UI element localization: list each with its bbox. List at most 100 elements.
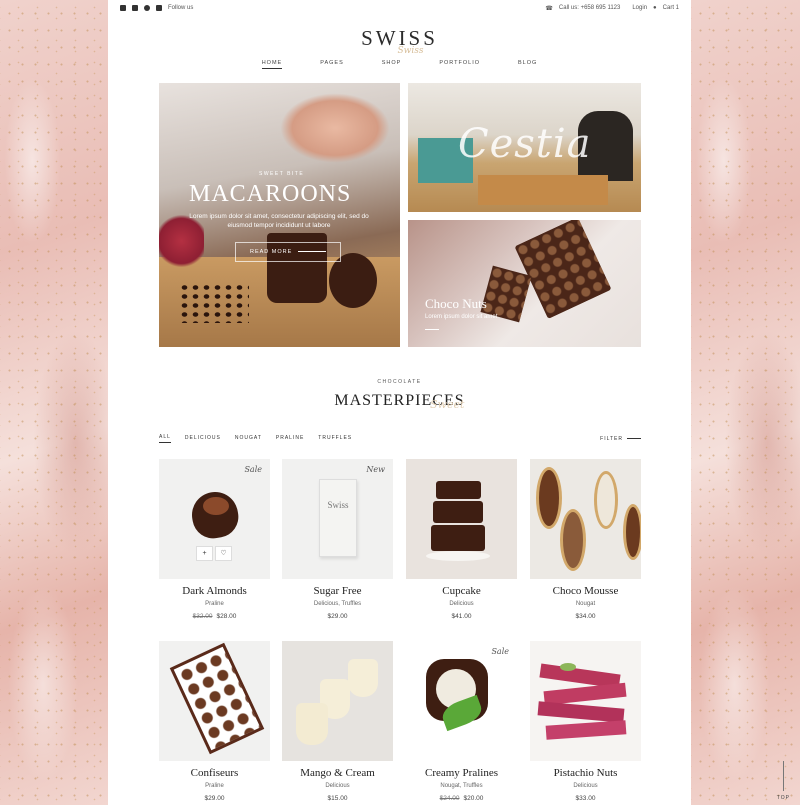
login-link[interactable]: Login — [632, 5, 647, 11]
hero-section: SWEET BITE MACAROONS Lorem ipsum dolor s… — [159, 83, 641, 347]
nav-shop[interactable]: SHOP — [382, 60, 402, 69]
filter-praline[interactable]: PRALINE — [276, 435, 304, 443]
kitchen-table-image — [478, 175, 608, 205]
read-more-button[interactable]: READ MORE — [235, 242, 342, 262]
confiseurs-box — [169, 642, 265, 755]
pistachio-bar — [537, 701, 625, 723]
product-name[interactable]: Cupcake — [406, 585, 517, 597]
product-category[interactable]: Praline — [159, 783, 270, 789]
product-image[interactable]: Sale + ♡ — [159, 459, 270, 579]
package-logo: Swiss — [327, 500, 349, 510]
hero-main-banner[interactable]: SWEET BITE MACAROONS Lorem ipsum dolor s… — [159, 83, 400, 347]
product-category[interactable]: Delicious — [406, 601, 517, 607]
product-image[interactable] — [530, 641, 641, 761]
current-price: $15.00 — [327, 795, 348, 802]
product-price: $15.00 — [282, 795, 393, 802]
current-price: $34.00 — [575, 613, 596, 620]
filter-delicious[interactable]: DELICIOUS — [185, 435, 221, 443]
nav-pages[interactable]: PAGES — [320, 60, 344, 69]
product-image[interactable]: New Swiss — [282, 459, 393, 579]
product-name[interactable]: Pistachio Nuts — [530, 767, 641, 779]
wishlist-heart-icon[interactable]: ♡ — [215, 546, 232, 561]
sale-badge: Sale — [491, 647, 509, 656]
new-badge: New — [366, 465, 385, 474]
hand-image — [280, 93, 390, 163]
user-icon: ● — [653, 5, 657, 11]
current-price: $20.00 — [463, 795, 484, 802]
twitter-icon[interactable] — [132, 5, 138, 11]
product-image[interactable]: Sale — [406, 641, 517, 761]
product-name[interactable]: Mango & Cream — [282, 767, 393, 779]
product-image[interactable] — [159, 641, 270, 761]
filter-all[interactable]: ALL — [159, 434, 171, 443]
old-price: $24.00 — [439, 795, 460, 802]
hero-text: SWEET BITE MACAROONS Lorem ipsum dolor s… — [189, 171, 399, 262]
product-price: $41.00 — [406, 613, 517, 620]
product-card[interactable]: Confiseurs Praline $29.00 — [159, 641, 270, 802]
product-name[interactable]: Sugar Free — [282, 585, 393, 597]
nav-blog[interactable]: BLOG — [518, 60, 537, 69]
phone-icon: ☎ — [545, 5, 553, 12]
product-card[interactable]: Sale + ♡ Dark Almonds Praline $32.00 $28.… — [159, 459, 270, 620]
pinterest-icon[interactable] — [144, 5, 150, 11]
logo[interactable]: SWISS Swiss — [108, 26, 691, 56]
product-category[interactable]: Nougat — [530, 601, 641, 607]
hero-kitchen-banner[interactable]: Cestia — [408, 83, 641, 212]
mousse-tart — [560, 509, 586, 571]
section-title: MASTERPIECES — [334, 392, 465, 409]
product-image[interactable] — [406, 459, 517, 579]
product-price: $33.00 — [530, 795, 641, 802]
product-name[interactable]: Confiseurs — [159, 767, 270, 779]
current-price: $41.00 — [451, 613, 472, 620]
filter-button[interactable]: FILTER — [600, 436, 641, 442]
product-card[interactable]: Pistachio Nuts Delicious $33.00 — [530, 641, 641, 802]
current-price: $33.00 — [575, 795, 596, 802]
facebook-icon[interactable] — [120, 5, 126, 11]
product-card[interactable]: Choco Mousse Nougat $34.00 — [530, 459, 641, 620]
old-price: $32.00 — [192, 613, 213, 620]
section-script: Sweet — [430, 398, 465, 411]
filter-label: FILTER — [600, 435, 623, 442]
product-price: $34.00 — [530, 613, 641, 620]
product-card[interactable]: New Swiss Sugar Free Delicious, Truffles… — [282, 459, 393, 620]
mousse-tart — [594, 471, 618, 529]
caption-divider — [425, 329, 439, 330]
arrow-right-icon — [298, 251, 327, 253]
product-actions: + ♡ — [196, 546, 232, 561]
product-name[interactable]: Creamy Pralines — [406, 767, 517, 779]
chocolate-bar-package: Swiss — [319, 479, 357, 557]
product-category[interactable]: Delicious — [282, 783, 393, 789]
product-category[interactable]: Delicious, Truffles — [282, 601, 393, 607]
cream-cup — [348, 659, 378, 697]
chocolate-chips-image — [179, 283, 249, 323]
filter-nougat[interactable]: NOUGAT — [235, 435, 262, 443]
product-image[interactable] — [530, 459, 641, 579]
phone-number[interactable]: Call us: +658 695 1123 — [559, 5, 620, 11]
product-card[interactable]: Mango & Cream Delicious $15.00 — [282, 641, 393, 802]
product-category[interactable]: Praline — [159, 601, 270, 607]
plate — [426, 551, 490, 561]
product-name[interactable]: Choco Mousse — [530, 585, 641, 597]
read-more-label: READ MORE — [250, 249, 293, 255]
product-image[interactable] — [282, 641, 393, 761]
product-category[interactable]: Delicious — [530, 783, 641, 789]
product-card[interactable]: Cupcake Delicious $41.00 — [406, 459, 517, 620]
nav-home[interactable]: HOME — [261, 60, 283, 69]
choco-nut-bar-image — [514, 220, 612, 320]
back-to-top[interactable]: TOP — [777, 761, 790, 801]
product-price: $29.00 — [159, 795, 270, 802]
cart-link[interactable]: Cart 1 — [663, 5, 679, 11]
nav-portfolio[interactable]: PORTFOLIO — [439, 60, 480, 69]
arrow-right-icon — [627, 438, 641, 439]
product-card[interactable]: Sale Creamy Pralines Nougat, Truffles $2… — [406, 641, 517, 802]
product-name[interactable]: Dark Almonds — [159, 585, 270, 597]
filter-truffles[interactable]: TRUFFLES — [318, 435, 352, 443]
pistachio-topping — [560, 663, 576, 671]
current-price: $29.00 — [327, 613, 348, 620]
product-category[interactable]: Nougat, Truffles — [406, 783, 517, 789]
follow-us-label: Follow us — [168, 5, 194, 11]
youtube-icon[interactable] — [156, 5, 162, 11]
add-to-cart-icon[interactable]: + — [196, 546, 213, 561]
hero-choco-nuts-banner[interactable]: Choco Nuts Lorem ipsum dolor sit amet — [408, 220, 641, 347]
marble-background-left — [0, 0, 108, 805]
